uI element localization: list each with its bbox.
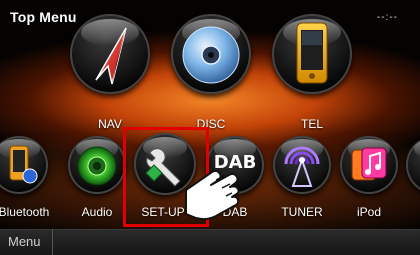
next-page-orb[interactable] [406, 136, 420, 194]
disc-button[interactable]: DISC [171, 14, 251, 134]
audio-label: Audio [81, 205, 113, 219]
bluetooth-phone-icon [9, 145, 38, 184]
tel-button[interactable]: TEL [272, 14, 352, 134]
ipod-label: iPod [356, 205, 382, 219]
tuner-label: TUNER [281, 205, 323, 219]
pointing-hand-icon [185, 169, 240, 221]
nav-button[interactable]: NAV [70, 14, 150, 134]
bluetooth-label: Bluetooth [0, 205, 50, 219]
tuner-button[interactable]: TUNER [273, 136, 331, 222]
tel-label: TEL [300, 117, 323, 131]
footer-bar [0, 229, 420, 255]
disc-icon [182, 26, 240, 84]
menu-button[interactable]: Menu [0, 229, 53, 255]
antenna-icon [284, 146, 320, 187]
clock-display: --:-- [376, 12, 398, 23]
music-note-icon [351, 147, 387, 181]
phone-icon [296, 22, 328, 84]
ipod-button[interactable]: iPod [340, 136, 398, 222]
nav-arrow-icon [95, 27, 127, 85]
bluetooth-button[interactable]: Bluetooth [0, 136, 60, 222]
menu-label: Menu [8, 234, 41, 249]
page-title: Top Menu [10, 9, 77, 25]
top-menu-screen: Top Menu --:-- NAV DISC TEL Bluetooth Au… [0, 0, 420, 255]
speaker-icon [77, 146, 117, 186]
audio-button[interactable]: Audio [68, 136, 126, 222]
